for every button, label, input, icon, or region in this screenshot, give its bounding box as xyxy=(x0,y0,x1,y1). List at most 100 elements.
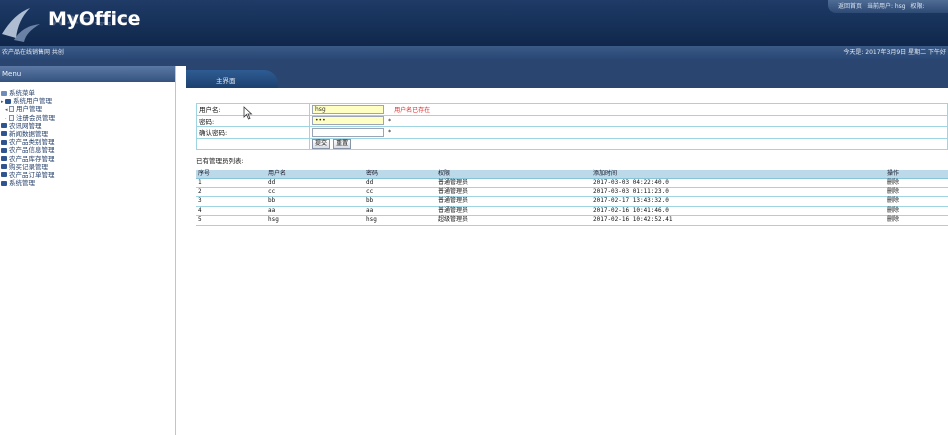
folder-icon xyxy=(1,164,7,170)
col-header-role: 权限 xyxy=(436,170,591,179)
sidebar-item[interactable]: 系统菜单 xyxy=(0,89,175,97)
sidebar-item[interactable]: ◂ 用户管理 xyxy=(0,105,175,113)
mouse-cursor-icon xyxy=(243,106,253,120)
sidebar-item[interactable]: 新闻数据管理 xyxy=(0,130,175,138)
form-row-confirm: 确认密码: * xyxy=(196,126,948,139)
password-cell: ••• * xyxy=(309,114,948,127)
table-cell: dd xyxy=(364,178,436,188)
table-cell: 2017-02-17 13:43:32.0 xyxy=(591,196,885,207)
password-required-mark: * xyxy=(388,117,392,125)
app-logo-reflection: MyOffice xyxy=(48,14,141,27)
table-cell: 超级管理员 xyxy=(436,215,591,226)
confirm-required-mark: * xyxy=(388,129,392,137)
sidebar-item[interactable]: 农讯网管理 xyxy=(0,122,175,130)
folder-icon xyxy=(1,156,7,161)
delete-link[interactable]: 删除 xyxy=(885,215,948,226)
table-cell: hsg xyxy=(266,215,364,226)
logo-swoosh-icon xyxy=(2,8,40,42)
col-header-id: 序号 xyxy=(196,170,266,179)
folder-icon xyxy=(1,172,7,178)
sidebar-item-label: 系统管理 xyxy=(9,179,35,188)
table-cell: 2017-02-16 10:42:52.41 xyxy=(591,215,885,226)
sidebar-item-label: 用户管理 xyxy=(16,105,42,114)
table-row: 2 cc cc 普通管理员 2017-03-03 01:11:23.0 删除 xyxy=(196,187,948,198)
permission-text: 权限: xyxy=(910,3,925,10)
table-row: 5 hsg hsg 超级管理员 2017-02-16 10:42:52.41 删除 xyxy=(196,215,948,226)
table-cell: aa xyxy=(266,206,364,217)
main-area: 主界面 用户名: hsg 用户名已存在 密码: ••• * 确认密码: * 提交… xyxy=(186,66,948,435)
tab-main[interactable]: 主界面 xyxy=(186,70,278,88)
date-greeting: 今天是: 2017年3月9日 星期二 下午好 xyxy=(843,49,946,56)
table-cell: 2 xyxy=(196,187,266,198)
sidebar-item[interactable]: 购买记录管理 xyxy=(0,163,175,171)
home-link[interactable]: 返回首页 xyxy=(838,3,862,10)
table-cell: 2017-03-03 01:11:23.0 xyxy=(591,187,885,198)
table-cell: aa xyxy=(364,206,436,217)
table-row: 4 aa aa 普通管理员 2017-02-16 10:41:46.0 删除 xyxy=(196,206,948,217)
info-bar: 农产品在线销售网 共创 今天是: 2017年3月9日 星期二 下午好 xyxy=(0,46,948,60)
password-label: 密码: xyxy=(196,114,310,127)
folder-icon xyxy=(5,98,11,104)
folder-icon xyxy=(1,131,7,137)
sidebar-item[interactable]: 农产品订单管理 xyxy=(0,171,175,179)
sidebar-item[interactable]: 系统管理 xyxy=(0,179,175,187)
folder-icon xyxy=(1,90,7,96)
delete-link[interactable]: 删除 xyxy=(885,206,948,217)
table-row: 1 dd dd 普通管理员 2017-03-03 04:22:40.0 删除 xyxy=(196,178,948,188)
sidebar-item-label: 农产品订单管理 xyxy=(9,170,55,179)
admin-list-table: 序号 用户名 密码 权限 添加时间 操作 1 dd dd 普通管理员 2017-03-0… xyxy=(196,170,948,226)
table-cell: bb xyxy=(364,196,436,207)
app-header: MyOffice MyOffice 返回首页 当前用户: hsg 权限: xyxy=(0,0,948,46)
sidebar-item-label: 新闻数据管理 xyxy=(9,129,48,138)
table-row: 3 bb bb 普通管理员 2017-02-17 13:43:32.0 删除 xyxy=(196,196,948,207)
page-icon xyxy=(9,106,14,113)
form-row-username: 用户名: hsg 用户名已存在 xyxy=(196,103,948,116)
add-user-form: 用户名: hsg 用户名已存在 密码: ••• * 确认密码: * 提交 重置 xyxy=(196,103,948,150)
sidebar-item-label: 注册会员管理 xyxy=(16,113,55,122)
folder-icon xyxy=(1,147,7,153)
table-cell: bb xyxy=(266,196,364,207)
username-input[interactable]: hsg xyxy=(312,105,384,114)
empty-cell xyxy=(196,137,310,150)
delete-link[interactable]: 删除 xyxy=(885,178,948,188)
table-cell: cc xyxy=(364,187,436,198)
current-user-text: 当前用户: hsg xyxy=(866,3,906,10)
form-row-password: 密码: ••• * xyxy=(196,114,948,127)
sidebar-item-label: 系统菜单 xyxy=(9,89,35,97)
submit-button[interactable]: 提交 xyxy=(312,138,331,149)
table-cell: 4 xyxy=(196,206,266,217)
delete-link[interactable]: 删除 xyxy=(885,187,948,198)
folder-icon xyxy=(1,139,7,145)
table-cell: 普通管理员 xyxy=(436,178,591,188)
confirm-password-input[interactable] xyxy=(312,127,384,137)
username-cell: hsg 用户名已存在 xyxy=(309,103,948,116)
sidebar-item[interactable]: 农产品库存管理 xyxy=(0,155,175,163)
sidebar-item-label: 农产品库存管理 xyxy=(9,154,55,163)
reset-button[interactable]: 重置 xyxy=(333,138,352,149)
table-cell: dd xyxy=(266,178,364,188)
table-header-row: 序号 用户名 密码 权限 添加时间 操作 xyxy=(196,170,948,179)
sidebar-item[interactable]: 农产品信息管理 xyxy=(0,146,175,154)
admin-list-title: 已有管理员列表: xyxy=(196,157,244,165)
password-input[interactable]: ••• xyxy=(312,116,384,126)
table-cell: 3 xyxy=(196,196,266,207)
sidebar: Menu 系统菜单 ▸ 系统用户管理 ◂ 用户管理 · 注册会员管理 农讯网管理 新闻数据管理农… xyxy=(0,66,176,435)
username-error: 用户名已存在 xyxy=(394,106,431,114)
sidebar-item-label: 农产品信息管理 xyxy=(9,146,55,155)
table-cell: cc xyxy=(266,187,364,198)
top-links: 返回首页 当前用户: hsg 权限: xyxy=(828,0,948,13)
col-header-action: 操作 xyxy=(885,170,948,179)
tab-bar: 主界面 xyxy=(186,66,948,88)
col-header-added-time: 添加时间 xyxy=(591,170,885,179)
table-body: 1 dd dd 普通管理员 2017-03-03 04:22:40.0 删除 2 cc cc 普通… xyxy=(196,178,948,226)
sidebar-item-label: 系统用户管理 xyxy=(13,97,52,106)
delete-link[interactable]: 删除 xyxy=(885,196,948,207)
page-icon xyxy=(9,114,14,121)
sidebar-item[interactable]: · 注册会员管理 xyxy=(0,114,175,122)
sidebar-item-label: 购买记录管理 xyxy=(9,162,48,171)
table-cell: 2017-02-16 10:41:46.0 xyxy=(591,206,885,217)
table-cell: 普通管理员 xyxy=(436,187,591,198)
col-header-username: 用户名 xyxy=(266,170,364,179)
actions-cell: 提交 重置 xyxy=(309,137,948,150)
menu-tree: 系统菜单 ▸ 系统用户管理 ◂ 用户管理 · 注册会员管理 农讯网管理 新闻数据管理 农产品类别管… xyxy=(0,82,175,187)
